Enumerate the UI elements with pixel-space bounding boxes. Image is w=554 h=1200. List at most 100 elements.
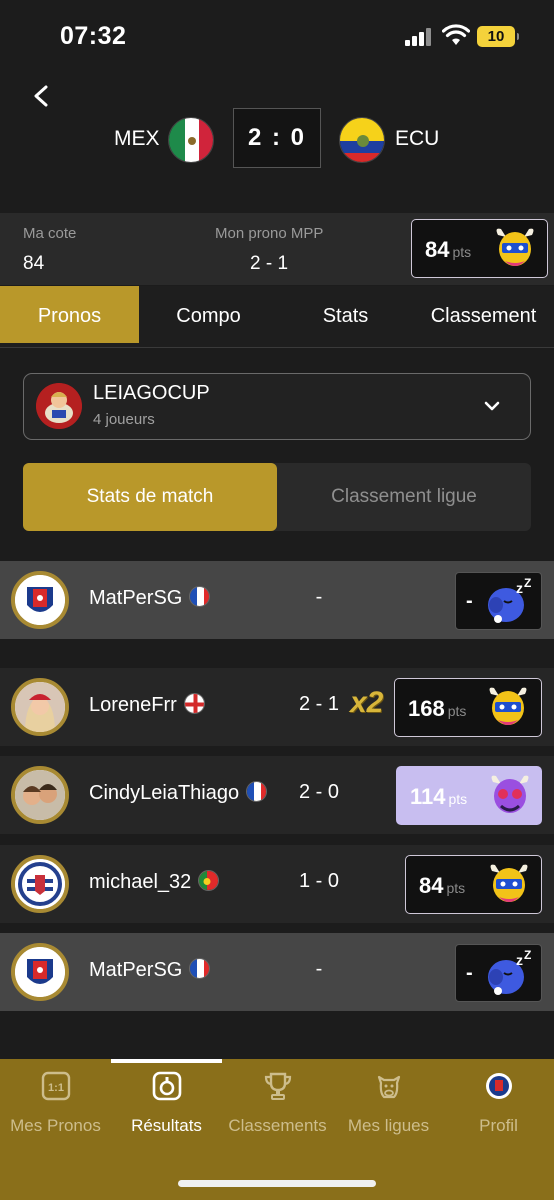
- away-team-code: ECU: [395, 127, 440, 150]
- england-flag-icon: [183, 693, 205, 714]
- player-name-line: MatPerSG: [89, 586, 211, 610]
- player-name: MatPerSG: [89, 587, 183, 609]
- player-points-unit: pts: [446, 880, 466, 896]
- player-row[interactable]: MatPerSG - - z Z: [0, 561, 554, 639]
- nav-label: Mes Pronos: [10, 1116, 101, 1135]
- gold-mascot-icon: [496, 228, 534, 266]
- player-prono: -: [315, 586, 323, 608]
- player-prono: 2 - 1: [298, 693, 340, 715]
- chevron-down-icon: [484, 401, 500, 411]
- wifi-icon: [442, 24, 470, 45]
- svg-text:Z: Z: [524, 949, 531, 962]
- match-score: 2 : 0: [233, 108, 321, 168]
- segment-stats-de-match[interactable]: Stats de match: [23, 463, 277, 531]
- cow-icon: [377, 1075, 400, 1099]
- player-points-box: - z Z: [455, 572, 542, 630]
- player-points: 114: [410, 784, 446, 809]
- player-avatar: [11, 943, 69, 1001]
- profile-badge-icon: [485, 1073, 512, 1099]
- home-team-code: MEX: [114, 127, 160, 150]
- svg-text:z: z: [516, 952, 523, 968]
- gold-mascot-icon: [489, 687, 527, 725]
- status-bar: 07:32 10: [0, 0, 554, 72]
- player-name-line: MatPerSG: [89, 958, 211, 982]
- player-points-box: 168 pts: [394, 678, 542, 737]
- nav-profil[interactable]: Profil: [443, 1071, 554, 1136]
- player-name-line: CindyLeiaThiago: [89, 781, 268, 805]
- player-prono: 1 - 0: [298, 870, 340, 892]
- trophy-icon: [264, 1072, 291, 1100]
- tab-pronos[interactable]: Pronos: [0, 286, 139, 343]
- bottom-navigation: 1:1 Mes Pronos Résultats Classements Mes…: [0, 1059, 554, 1200]
- player-points-box: 114 pts: [396, 766, 542, 825]
- home-indicator: [178, 1180, 376, 1187]
- mexico-flag-icon: [168, 117, 214, 163]
- player-name: michael_32: [89, 871, 192, 893]
- player-row[interactable]: CindyLeiaThiago 2 - 0 114 pts: [0, 756, 554, 834]
- prono-label: Mon prono MPP: [215, 225, 324, 242]
- player-row[interactable]: MatPerSG - - z Z: [0, 933, 554, 1011]
- player-avatar: [11, 766, 69, 824]
- nav-mes-ligues[interactable]: Mes ligues: [333, 1071, 444, 1136]
- battery-icon: 10: [477, 26, 519, 47]
- league-name: LEIAGOCUP: [93, 382, 210, 404]
- prono-value: 2 - 1: [250, 253, 289, 274]
- stats-segmented-control: Stats de match Classement ligue: [23, 463, 531, 531]
- one-vs-one-icon: 1:1: [41, 1071, 70, 1101]
- tab-compo[interactable]: Compo: [139, 286, 278, 343]
- svg-text:1:1: 1:1: [48, 1082, 64, 1094]
- nav-label: Résultats: [131, 1116, 202, 1135]
- player-row[interactable]: michael_32 1 - 0 84 pts: [0, 845, 554, 923]
- france-flag-icon: [189, 586, 211, 607]
- purple-mascot-icon: [491, 775, 529, 813]
- status-time: 07:32: [60, 22, 127, 50]
- player-points-unit: pts: [447, 703, 467, 719]
- league-logo: [36, 383, 82, 429]
- player-points: -: [466, 590, 473, 612]
- player-points: 168: [408, 696, 445, 721]
- nav-classements[interactable]: Classements: [222, 1071, 333, 1136]
- player-avatar: [11, 571, 69, 629]
- league-players-count: 4 joueurs: [93, 411, 155, 428]
- segment-classement-ligue[interactable]: Classement ligue: [277, 463, 531, 531]
- player-name: LoreneFrr: [89, 694, 177, 716]
- nav-resultats[interactable]: Résultats: [111, 1071, 222, 1136]
- active-tab-indicator: [111, 1059, 222, 1063]
- nav-label: Profil: [479, 1116, 518, 1135]
- my-points-box: 84 pts: [411, 219, 548, 278]
- svg-text:Z: Z: [524, 577, 531, 590]
- league-selector[interactable]: LEIAGOCUP 4 joueurs: [23, 373, 531, 440]
- nav-label: Mes ligues: [347, 1116, 430, 1135]
- whistle-icon: [152, 1071, 181, 1101]
- sleeping-mascot-icon: z Z: [488, 949, 531, 995]
- svg-text:z: z: [516, 580, 523, 596]
- france-flag-icon: [189, 958, 211, 979]
- player-avatar: [11, 855, 69, 913]
- player-avatar: [11, 678, 69, 736]
- player-row[interactable]: LoreneFrr 2 - 1 x2 168 pts: [0, 668, 554, 746]
- back-chevron-icon[interactable]: [28, 82, 56, 110]
- france-flag-icon: [246, 781, 268, 802]
- player-points: 84: [419, 873, 444, 898]
- player-points: -: [466, 962, 473, 984]
- player-name-line: LoreneFrr: [89, 693, 205, 717]
- player-prono: 2 - 0: [298, 781, 340, 803]
- tab-stats[interactable]: Stats: [278, 286, 413, 343]
- cote-label: Ma cote: [23, 225, 77, 242]
- player-prono: -: [315, 958, 323, 980]
- tab-bar: Pronos Compo Stats Classement: [0, 286, 554, 348]
- player-name-line: michael_32: [89, 870, 220, 894]
- player-points-box: 84 pts: [405, 855, 542, 914]
- cote-value: 84: [23, 253, 45, 274]
- player-points-unit: pts: [448, 791, 468, 807]
- my-points-unit: pts: [452, 244, 472, 260]
- nav-label: Classements: [228, 1116, 327, 1135]
- nav-mes-pronos[interactable]: 1:1 Mes Pronos: [0, 1071, 111, 1136]
- portugal-flag-icon: [198, 870, 220, 891]
- player-points-box: - z Z: [455, 944, 542, 1002]
- gold-mascot-icon: [490, 864, 528, 902]
- cellular-signal-icon: [405, 28, 433, 46]
- my-points-value: 84: [425, 237, 450, 262]
- ecuador-flag-icon: [339, 117, 385, 163]
- tab-classement[interactable]: Classement: [413, 286, 554, 343]
